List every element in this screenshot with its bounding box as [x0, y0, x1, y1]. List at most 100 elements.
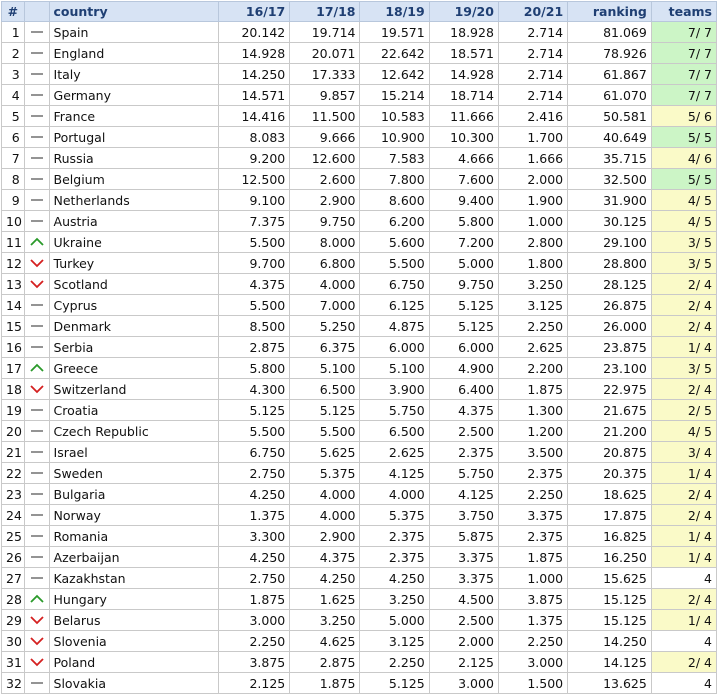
season-points-4: 4.125 — [428, 483, 499, 505]
country-name[interactable]: Italy — [48, 63, 219, 85]
rank-cell: 25 — [1, 525, 25, 547]
ranking-points: 50.581 — [567, 105, 652, 127]
country-name[interactable]: Spain — [48, 21, 219, 43]
header-season-1[interactable]: 16/17 — [217, 1, 291, 22]
rank-cell: 7 — [1, 147, 25, 169]
header-rank[interactable]: # — [1, 1, 25, 22]
country-name[interactable]: Greece — [48, 357, 219, 379]
season-points-1: 2.875 — [217, 336, 291, 358]
trend-up-icon — [23, 357, 50, 379]
trend-same-icon — [23, 420, 50, 442]
season-points-5: 1.000 — [497, 567, 569, 589]
country-name[interactable]: Poland — [48, 651, 219, 673]
country-name[interactable]: Portugal — [48, 126, 219, 148]
country-name[interactable]: Denmark — [48, 315, 219, 337]
trend-same-icon — [23, 546, 50, 568]
table-row: 14 Cyprus 5.500 7.000 6.125 5.125 3.125 26.875 2… — [1, 294, 718, 316]
country-name[interactable]: Scotland — [48, 273, 219, 295]
rank-cell: 13 — [1, 273, 25, 295]
country-name[interactable]: Belgium — [48, 168, 219, 190]
rank-cell: 16 — [1, 336, 25, 358]
season-points-4: 2.500 — [428, 609, 499, 631]
country-name[interactable]: Slovenia — [48, 630, 219, 652]
ranking-points: 20.375 — [567, 462, 652, 484]
table-row: 10 Austria 7.375 9.750 6.200 5.800 1.000 30.125… — [1, 210, 718, 232]
country-name[interactable]: England — [48, 42, 219, 64]
country-name[interactable]: Romania — [48, 525, 219, 547]
teams-cell: 1/ 4 — [650, 525, 718, 547]
country-name[interactable]: Norway — [48, 504, 219, 526]
header-ranking[interactable]: ranking — [567, 1, 652, 22]
season-points-2: 5.375 — [289, 462, 361, 484]
country-name[interactable]: Croatia — [48, 399, 219, 421]
teams-cell: 4 — [650, 567, 718, 589]
country-name[interactable]: Austria — [48, 210, 219, 232]
season-points-3: 7.583 — [359, 147, 430, 169]
season-points-2: 5.500 — [289, 420, 361, 442]
trend-same-icon — [23, 441, 50, 463]
trend-same-icon — [23, 567, 50, 589]
season-points-2: 9.750 — [289, 210, 361, 232]
country-name[interactable]: Germany — [48, 84, 219, 106]
teams-cell: 7/ 7 — [650, 21, 718, 43]
ranking-points: 26.000 — [567, 315, 652, 337]
season-points-3: 2.375 — [359, 546, 430, 568]
season-points-5: 2.714 — [497, 63, 569, 85]
season-points-1: 1.375 — [217, 504, 291, 526]
country-name[interactable]: Turkey — [48, 252, 219, 274]
season-points-2: 6.375 — [289, 336, 361, 358]
season-points-2: 7.000 — [289, 294, 361, 316]
season-points-5: 2.250 — [497, 630, 569, 652]
country-name[interactable]: Netherlands — [48, 189, 219, 211]
season-points-4: 18.571 — [428, 42, 499, 64]
season-points-2: 20.071 — [289, 42, 361, 64]
table-row: 12 Turkey 9.700 6.800 5.500 5.000 1.800 28.800 3… — [1, 252, 718, 274]
trend-down-icon — [23, 252, 50, 274]
country-name[interactable]: Slovakia — [48, 672, 219, 694]
rank-cell: 8 — [1, 168, 25, 190]
country-name[interactable]: Azerbaijan — [48, 546, 219, 568]
season-points-3: 3.125 — [359, 630, 430, 652]
country-name[interactable]: Kazakhstan — [48, 567, 219, 589]
season-points-1: 3.000 — [217, 609, 291, 631]
header-season-2[interactable]: 17/18 — [289, 1, 361, 22]
country-name[interactable]: Switzerland — [48, 378, 219, 400]
country-name[interactable]: Czech Republic — [48, 420, 219, 442]
country-name[interactable]: Cyprus — [48, 294, 219, 316]
season-points-4: 5.125 — [428, 315, 499, 337]
season-points-5: 1.900 — [497, 189, 569, 211]
season-points-4: 18.928 — [428, 21, 499, 43]
ranking-points: 61.070 — [567, 84, 652, 106]
country-name[interactable]: Serbia — [48, 336, 219, 358]
season-points-5: 2.714 — [497, 84, 569, 106]
country-name[interactable]: Sweden — [48, 462, 219, 484]
header-teams[interactable]: teams — [650, 1, 718, 22]
season-points-1: 4.250 — [217, 546, 291, 568]
season-points-3: 8.600 — [359, 189, 430, 211]
header-season-5[interactable]: 20/21 — [497, 1, 569, 22]
teams-cell: 4/ 6 — [650, 147, 718, 169]
country-name[interactable]: Israel — [48, 441, 219, 463]
teams-cell: 4/ 5 — [650, 210, 718, 232]
country-name[interactable]: Hungary — [48, 588, 219, 610]
season-points-4: 6.000 — [428, 336, 499, 358]
country-name[interactable]: France — [48, 105, 219, 127]
country-name[interactable]: Ukraine — [48, 231, 219, 253]
header-season-3[interactable]: 18/19 — [359, 1, 430, 22]
season-points-2: 9.666 — [289, 126, 361, 148]
season-points-2: 5.100 — [289, 357, 361, 379]
season-points-3: 5.000 — [359, 609, 430, 631]
table-row: 17 Greece 5.800 5.100 5.100 4.900 2.200 23.100 3… — [1, 357, 718, 379]
season-points-4: 2.000 — [428, 630, 499, 652]
season-points-3: 10.900 — [359, 126, 430, 148]
country-name[interactable]: Russia — [48, 147, 219, 169]
header-season-4[interactable]: 19/20 — [428, 1, 499, 22]
season-points-2: 1.625 — [289, 588, 361, 610]
ranking-points: 22.975 — [567, 378, 652, 400]
season-points-1: 2.750 — [217, 567, 291, 589]
header-country[interactable]: country — [48, 1, 219, 22]
rank-cell: 12 — [1, 252, 25, 274]
country-name[interactable]: Belarus — [48, 609, 219, 631]
country-name[interactable]: Bulgaria — [48, 483, 219, 505]
trend-down-icon — [23, 651, 50, 673]
